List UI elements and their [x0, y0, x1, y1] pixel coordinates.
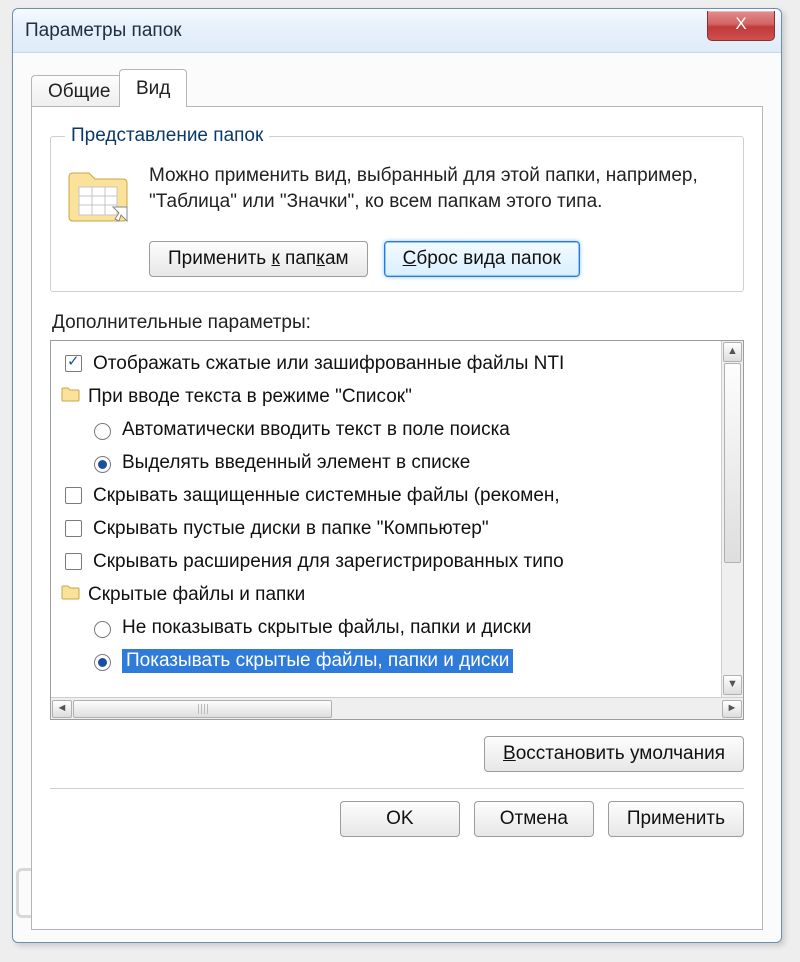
tree-radio[interactable] — [94, 654, 111, 671]
tree-radio[interactable] — [94, 456, 111, 473]
folder-views-description: Можно применить вид, выбранный для этой … — [149, 163, 729, 225]
advanced-tree-body[interactable]: Отображать сжатые или зашифрованные файл… — [51, 341, 743, 697]
titlebar[interactable]: Параметры папок X — [13, 9, 781, 53]
tree-item-label: Скрывать расширения для зарегистрированн… — [93, 551, 564, 573]
tree-radio[interactable] — [94, 423, 111, 440]
horizontal-scrollbar[interactable]: ◄ ► — [51, 697, 743, 719]
scroll-down-button[interactable]: ▼ — [723, 675, 742, 695]
advanced-settings-label: Дополнительные параметры: — [52, 312, 744, 334]
tree-checkbox[interactable] — [65, 520, 82, 537]
cancel-button[interactable]: Отмена — [474, 801, 594, 837]
tree-checkbox[interactable] — [65, 553, 82, 570]
tree-item-label: Показывать скрытые файлы, папки и диски — [122, 649, 513, 673]
tree-item-label: Автоматически вводить текст в поле поиск… — [122, 419, 510, 441]
apply-button[interactable]: Применить — [608, 801, 744, 837]
vertical-scroll-thumb[interactable] — [724, 363, 741, 563]
window-title: Параметры папок — [25, 20, 707, 42]
scroll-up-button[interactable]: ▲ — [723, 342, 742, 362]
folder-icon — [61, 386, 80, 408]
tree-item-label: При вводе текста в режиме "Список" — [88, 386, 412, 408]
scroll-right-button[interactable]: ► — [722, 700, 742, 718]
dialog-body: Общие Вид Представление папок — [13, 53, 781, 942]
tree-item-8[interactable]: Не показывать скрытые файлы, папки и дис… — [61, 611, 739, 644]
scroll-left-button[interactable]: ◄ — [52, 700, 72, 718]
advanced-settings-tree[interactable]: Отображать сжатые или зашифрованные файл… — [50, 340, 744, 720]
dialog-footer: OK Отмена Применить — [50, 788, 744, 837]
tree-item-2[interactable]: Автоматически вводить текст в поле поиск… — [61, 413, 739, 446]
tree-item-9[interactable]: Показывать скрытые файлы, папки и диски — [61, 644, 739, 677]
tree-item-5[interactable]: Скрывать пустые диски в папке "Компьютер… — [61, 512, 739, 545]
tree-checkbox[interactable] — [65, 355, 82, 372]
tree-checkbox[interactable] — [65, 487, 82, 504]
tree-item-4[interactable]: Скрывать защищенные системные файлы (рек… — [61, 479, 739, 512]
folder-views-legend: Представление папок — [65, 125, 269, 147]
tree-item-label: Выделять введенный элемент в списке — [122, 452, 470, 474]
tree-item-label: Отображать сжатые или зашифрованные файл… — [93, 353, 564, 375]
tree-item-label: Скрытые файлы и папки — [88, 584, 305, 606]
close-button[interactable]: X — [707, 11, 775, 41]
folder-icon — [61, 584, 80, 606]
folder-options-window: Параметры папок X Общие Вид Представлени… — [12, 8, 782, 943]
folder-views-group: Представление папок — [50, 125, 744, 292]
restore-defaults-button[interactable]: Восстановить умолчания Восстановить умол… — [484, 736, 744, 772]
tree-item-1[interactable]: При вводе текста в режиме "Список" — [61, 380, 739, 413]
tree-item-0[interactable]: Отображать сжатые или зашифрованные файл… — [61, 347, 739, 380]
tree-item-6[interactable]: Скрывать расширения для зарегистрированн… — [61, 545, 739, 578]
tab-panel-view: Представление папок — [31, 106, 763, 930]
tree-item-7[interactable]: Скрытые файлы и папки — [61, 578, 739, 611]
tab-general[interactable]: Общие — [31, 75, 127, 107]
horizontal-scroll-thumb[interactable] — [73, 700, 332, 718]
tree-item-label: Скрывать пустые диски в папке "Компьютер… — [93, 518, 489, 540]
tab-view[interactable]: Вид — [119, 69, 187, 107]
ok-button[interactable]: OK — [340, 801, 460, 837]
tree-item-label: Скрывать защищенные системные файлы (рек… — [93, 485, 560, 507]
tree-item-3[interactable]: Выделять введенный элемент в списке — [61, 446, 739, 479]
vertical-scrollbar[interactable]: ▲ ▼ — [721, 341, 743, 697]
tree-radio[interactable] — [94, 621, 111, 638]
apply-to-folders-button[interactable]: Применить к папкам Применить к папкам — [149, 241, 368, 277]
reset-folder-views-button[interactable]: Сброс вида папок Сброс вида папок — [384, 241, 580, 277]
folder-views-icon — [65, 163, 131, 225]
tabs: Общие Вид Представление папок — [31, 69, 763, 930]
tree-item-label: Не показывать скрытые файлы, папки и дис… — [122, 617, 532, 639]
